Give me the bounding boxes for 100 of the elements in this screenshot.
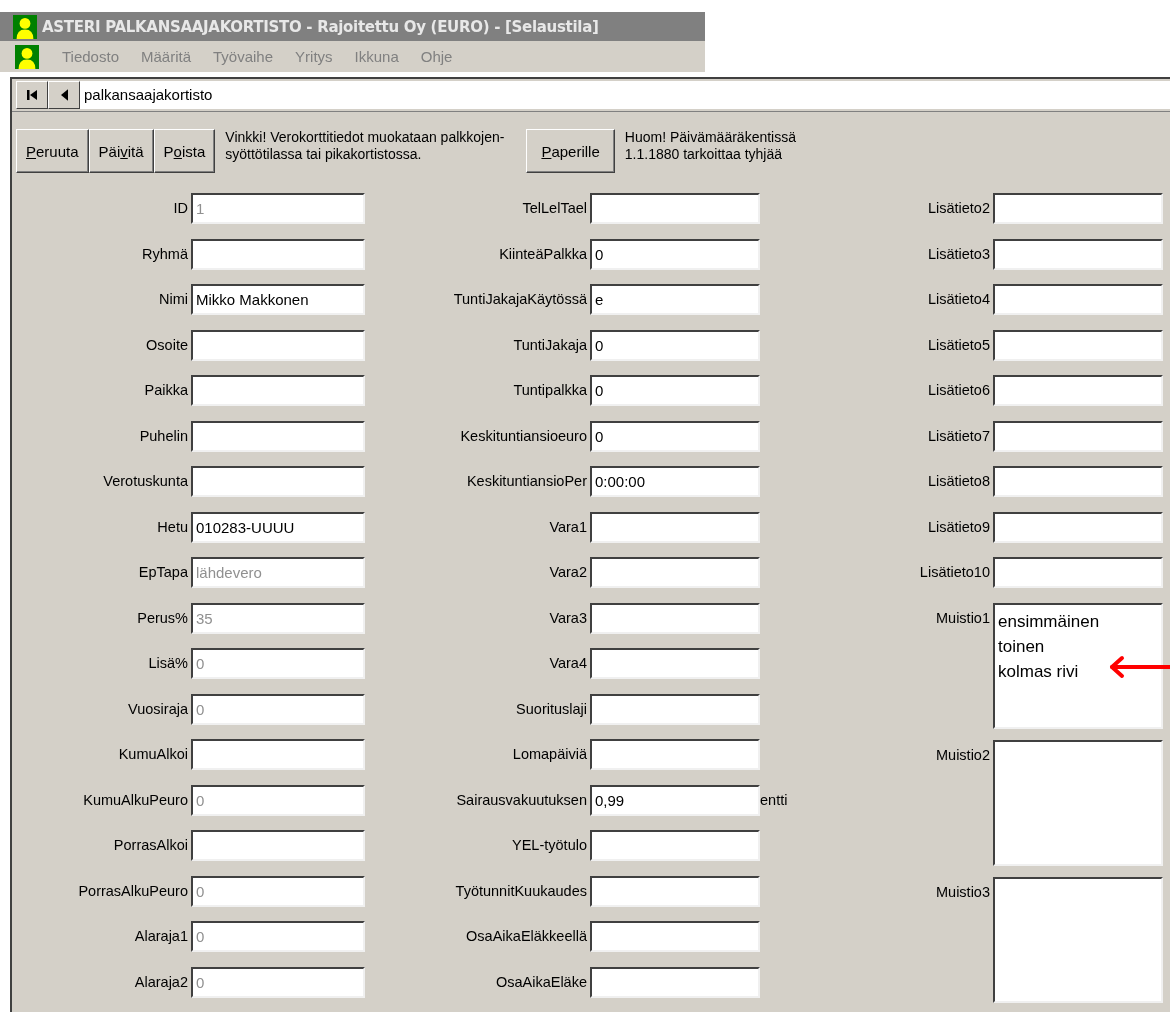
input-field[interactable] — [993, 375, 1163, 406]
input-field[interactable]: 0 — [590, 329, 760, 361]
input-field[interactable] — [191, 238, 365, 270]
note-text: Huom! Päivämääräkentissä 1.1.1880 tarkoittaa tyhjää — [624, 129, 796, 163]
toolbar-button[interactable]: Poista — [153, 129, 216, 173]
field-label: PorrasAlkuPeuro — [77, 881, 188, 901]
field-label: TyötunnitKuukaudes — [454, 881, 587, 901]
input-field[interactable]: 0 — [590, 420, 760, 452]
field-label: Paikka — [143, 381, 188, 400]
field-label: Lisätieto8 — [926, 472, 990, 491]
field-label: YEL-työtulo — [511, 836, 587, 855]
print-button[interactable]: Paperille — [526, 129, 615, 173]
input-field[interactable] — [590, 966, 760, 998]
input-field[interactable]: 0 — [590, 375, 760, 406]
field-label: Osoite — [145, 335, 188, 355]
input-field[interactable]: Mikko Makkonen — [191, 284, 365, 315]
input-field[interactable] — [590, 830, 760, 861]
input-field[interactable]: 0:00:00 — [590, 466, 760, 497]
input-field[interactable] — [590, 875, 760, 907]
field-label: TuntiJakajaKäytössä — [452, 290, 587, 309]
field-label: Perus% — [136, 608, 188, 628]
triangle-left-icon — [60, 89, 68, 101]
field-label: Vara4 — [548, 654, 587, 673]
field-label: Tuntipalkka — [512, 381, 587, 400]
field-label: OsaAikaEläkkeellä — [465, 927, 587, 946]
field-label: KiinteäPalkka — [498, 244, 587, 264]
field-label: Lisätieto2 — [926, 199, 990, 218]
field-label: Keskituntiansioeuro — [459, 426, 587, 446]
navigator-field[interactable]: palkansaajakortisto — [80, 81, 1170, 109]
input-field[interactable] — [993, 238, 1163, 270]
field-label: Verotuskunta — [102, 472, 188, 491]
memo-field[interactable] — [993, 876, 1163, 1003]
field-label: Lisätieto9 — [926, 517, 990, 537]
input-field[interactable] — [993, 557, 1163, 588]
field-label: TuntiJakaja — [512, 335, 587, 355]
previous-record-button[interactable] — [48, 81, 80, 109]
input-field[interactable] — [191, 466, 365, 497]
input-field[interactable] — [191, 830, 365, 861]
field-label: Vara3 — [548, 608, 587, 628]
input-field[interactable] — [590, 193, 760, 224]
field-label: Vara2 — [548, 563, 587, 582]
field-label: Lisätieto5 — [926, 335, 990, 355]
field-label: Alaraja1 — [133, 927, 188, 946]
field-label: KeskituntiansioPer — [465, 472, 587, 491]
field-label: PorrasAlkoi — [112, 836, 188, 855]
input-field[interactable] — [993, 466, 1163, 497]
input-field[interactable] — [590, 693, 760, 725]
hint-text: Vinkki! Verokorttitiedot muokataan palkkojen- syöttötilassa tai pikakortistossa. — [225, 129, 505, 163]
field-label: Puhelin — [138, 426, 188, 446]
input-field[interactable] — [993, 329, 1163, 361]
field-label: Ryhmä — [141, 244, 188, 264]
input-field[interactable] — [590, 739, 760, 770]
field-label: KumuAlkuPeuro — [82, 790, 188, 810]
toolbar-button[interactable]: Päivitä — [88, 129, 154, 173]
field-label: Lisä% — [147, 654, 188, 673]
input-field[interactable] — [191, 329, 365, 361]
input-field[interactable] — [993, 511, 1163, 543]
field-label: Suorituslaji — [515, 699, 587, 719]
input-field[interactable]: 0,99 — [590, 784, 760, 816]
input-field[interactable] — [590, 921, 760, 952]
first-record-button[interactable] — [16, 81, 48, 109]
input-field[interactable] — [191, 375, 365, 406]
field-label: Alaraja2 — [133, 972, 188, 992]
toolbar-button[interactable]: Peruuta — [16, 129, 89, 173]
input-field[interactable]: 010283-UUUU — [191, 511, 365, 543]
field-label: Vara1 — [548, 517, 587, 537]
field-label: entti — [760, 790, 789, 810]
app-icon — [12, 14, 38, 39]
input-field[interactable] — [590, 648, 760, 679]
field-label: Nimi — [158, 290, 188, 309]
input-field[interactable] — [191, 739, 365, 770]
input-field[interactable] — [993, 284, 1163, 315]
skip-to-start-icon — [26, 89, 38, 101]
field-label: Lisätieto7 — [926, 426, 990, 446]
input-field[interactable] — [590, 511, 760, 543]
window-title: ASTERI PALKANSAAJAKORTISTO - Rajoitettu Oy (EURO) - [Selaustila] — [42, 17, 599, 36]
input-field[interactable] — [590, 557, 760, 588]
field-label: TelLelTael — [521, 199, 587, 218]
field-label: Vuosiraja — [127, 699, 188, 719]
input-field[interactable] — [993, 193, 1163, 224]
field-label: Sairausvakuutuksen — [455, 790, 587, 810]
field-label: Muistio2 — [935, 745, 990, 765]
field-label: EpTapa — [137, 563, 188, 582]
field-label: Hetu — [156, 517, 188, 537]
field-label: ID — [172, 199, 188, 218]
input-field[interactable]: 0 — [590, 238, 760, 270]
memo-field[interactable]: ensimmäinen toinen kolmas rivi — [993, 602, 1163, 729]
memo-field[interactable] — [993, 739, 1163, 866]
app-icon[interactable] — [14, 44, 40, 69]
input-field[interactable] — [191, 420, 365, 452]
input-field[interactable] — [590, 602, 760, 634]
field-label: OsaAikaEläke — [494, 972, 587, 992]
input-field[interactable]: e — [590, 284, 760, 315]
field-label: Muistio3 — [935, 882, 990, 902]
field-label: Muistio1 — [935, 608, 990, 628]
field-label: Lisätieto4 — [926, 290, 990, 309]
field-label: Lisätieto3 — [926, 244, 990, 264]
field-label: Lisätieto10 — [918, 563, 990, 582]
field-label: KumuAlkoi — [117, 745, 188, 764]
input-field[interactable] — [993, 420, 1163, 452]
